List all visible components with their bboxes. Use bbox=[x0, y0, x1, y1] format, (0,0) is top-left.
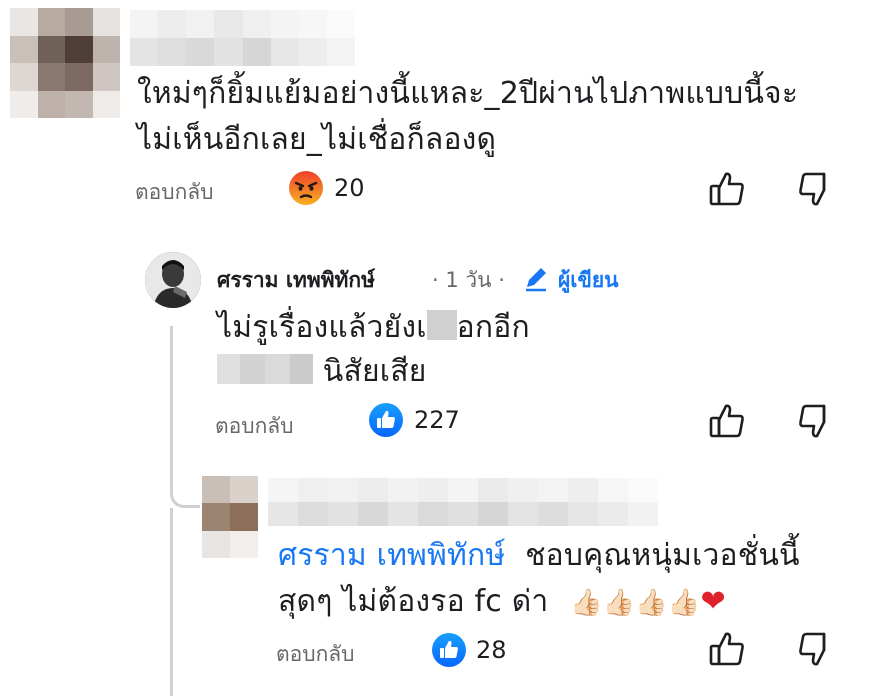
reply-button[interactable]: ตอบกลับ bbox=[135, 176, 214, 209]
author-name-blurred[interactable] bbox=[130, 10, 355, 66]
thumbs-up-emoji-icon: 👍🏻👍🏻👍🏻👍🏻 bbox=[570, 588, 701, 618]
avatar[interactable] bbox=[10, 8, 120, 118]
mention-link[interactable]: ศรราม เทพพิทักษ์ bbox=[278, 538, 505, 573]
comment-text-line-2: สุดๆ ไม่ต้องรอ fc ด่า 👍🏻👍🏻👍🏻👍🏻❤ bbox=[278, 580, 726, 625]
thread-connector bbox=[170, 460, 200, 508]
author-name-blurred[interactable] bbox=[268, 478, 658, 526]
thumbs-down-icon[interactable] bbox=[797, 630, 835, 668]
comment-text-line-1: ใหม่ๆก็ยิ้มแย้มอย่างนี้แหละ_2ปีผ่านไปภาพ… bbox=[137, 76, 799, 111]
thumbs-down-icon[interactable] bbox=[797, 402, 835, 440]
comment-text-line-2: นิสัยเสีย bbox=[217, 350, 427, 394]
pencil-icon bbox=[522, 264, 550, 296]
comment-text-fragment: สุดๆ ไม่ต้องรอ fc ด่า bbox=[278, 584, 549, 619]
thumbs-up-icon[interactable] bbox=[708, 630, 746, 668]
comment-text-fragment: นิสัยเสีย bbox=[322, 354, 427, 389]
avatar[interactable] bbox=[145, 252, 201, 308]
censor-block bbox=[426, 310, 457, 340]
reaction-count: 227 bbox=[414, 406, 460, 434]
comment-text-line-1: ศรราม เทพพิทักษ์ ชอบคุณหนุ่มเวอชั่นนี้ bbox=[278, 534, 800, 578]
comment-text-fragment: ชอบคุณหนุ่มเวอชั่นนี้ bbox=[525, 538, 800, 573]
thread-line bbox=[170, 508, 173, 696]
reaction-count: 28 bbox=[476, 636, 507, 664]
thumbs-down-icon[interactable] bbox=[797, 170, 835, 208]
comment-author[interactable]: ศรราม เทพพิทักษ์ bbox=[217, 264, 375, 297]
like-icon[interactable] bbox=[431, 632, 467, 672]
reply-button[interactable]: ตอบกลับ bbox=[215, 410, 294, 443]
comment-text-line-1: ไม่รูเรื่องแล้วยังเ อกอีก bbox=[217, 306, 530, 350]
reaction-count: 20 bbox=[334, 174, 365, 202]
comment-text-fragment: อกอีก bbox=[456, 310, 530, 345]
thumbs-up-icon[interactable] bbox=[708, 170, 746, 208]
heart-emoji-icon: ❤ bbox=[700, 584, 726, 619]
reply-button[interactable]: ตอบกลับ bbox=[276, 638, 355, 671]
comment-text-line-2: ไม่เห็นอีกเลย_ไม่เชื่อก็ลองดู bbox=[137, 122, 497, 157]
comment-time[interactable]: · 1 วัน · bbox=[432, 264, 505, 297]
censor-block bbox=[217, 354, 313, 384]
avatar[interactable] bbox=[202, 476, 258, 558]
author-badge: ผู้เขียน bbox=[558, 268, 619, 292]
thumbs-up-icon[interactable] bbox=[708, 402, 746, 440]
comment-text-fragment: ไม่รูเรื่องแล้วยังเ bbox=[217, 310, 427, 345]
angry-emoji-icon[interactable] bbox=[288, 170, 324, 206]
like-icon[interactable] bbox=[368, 402, 404, 442]
